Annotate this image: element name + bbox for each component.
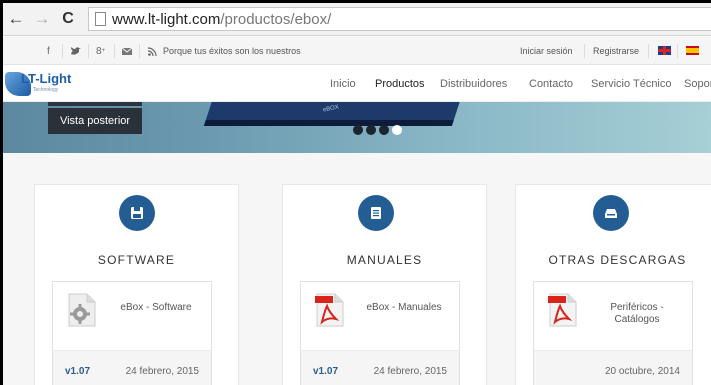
section-title: SOFTWARE <box>97 253 176 267</box>
download-tray-icon <box>593 195 629 231</box>
divider <box>88 44 89 58</box>
reload-icon[interactable]: C <box>58 9 78 29</box>
pdf-icon <box>547 292 579 328</box>
page-icon <box>95 12 106 26</box>
date-label: 24 febrero, 2015 <box>373 366 447 377</box>
nav-item-contacto[interactable]: Contacto <box>529 66 573 102</box>
download-footer: v1.07 24 febrero, 2015 <box>53 350 211 385</box>
url-host: www.lt-light.com <box>112 10 221 28</box>
window-edge-left <box>0 0 3 385</box>
version-label: v1.07 <box>65 366 91 377</box>
manuals-card: MANUALES eBox - Manuales v1.07 24 febrer… <box>282 184 487 385</box>
logo[interactable]: LT-Light Technology <box>5 70 95 98</box>
downloads-section: SOFTWARE eBox - Software v1.07 24 febrer… <box>3 153 711 385</box>
window-edge-top <box>0 0 711 3</box>
logo-subtitle: Technology <box>33 87 59 93</box>
date-label: 24 febrero, 2015 <box>125 366 199 377</box>
nav-item-productos[interactable]: Productos <box>375 66 425 102</box>
address-bar[interactable]: www.lt-light.com /productos/ebox/ <box>88 7 711 31</box>
nav-item-soporte[interactable]: Sopor <box>684 66 711 102</box>
divider <box>648 44 649 58</box>
pdf-icon <box>314 292 346 328</box>
google-plus-icon[interactable]: 8 + <box>96 37 105 65</box>
forward-arrow-icon[interactable]: → <box>32 9 52 29</box>
spain-flag-icon[interactable] <box>686 46 699 55</box>
url-path: /productos/ebox/ <box>220 10 332 28</box>
slider-dot[interactable] <box>353 125 363 135</box>
section-title: OTRAS DESCARGAS <box>548 253 687 267</box>
divider <box>584 44 585 58</box>
save-icon <box>119 195 155 231</box>
register-link[interactable]: Registrarse <box>593 37 639 65</box>
version-label: v1.07 <box>313 366 339 377</box>
uk-flag-icon[interactable] <box>658 46 671 55</box>
date-label: 20 octubre, 2014 <box>604 366 680 377</box>
slider-dot-active[interactable] <box>392 125 402 135</box>
divider <box>114 44 115 58</box>
download-name[interactable]: eBox - Manuales <box>359 302 449 314</box>
nav-item-distribuidores[interactable]: Distribuidores <box>440 66 507 102</box>
download-name[interactable]: Periféricos - Catálogos <box>592 302 682 326</box>
section-title: MANUALES <box>346 253 423 267</box>
rss-icon[interactable] <box>148 37 157 65</box>
logo-text: LT-Light <box>21 71 72 86</box>
slider-dot[interactable] <box>379 125 389 135</box>
nav-item-servicio-tecnico[interactable]: Servicio Técnico <box>591 66 672 102</box>
back-arrow-icon[interactable]: ← <box>6 9 26 29</box>
main-navigation: LT-Light Technology Inicio Productos Dis… <box>3 66 711 102</box>
product-slider: eBOX Vista posterior <box>3 102 711 153</box>
download-item[interactable]: eBox - Software v1.07 24 febrero, 2015 <box>52 281 212 385</box>
download-item[interactable]: eBox - Manuales v1.07 24 febrero, 2015 <box>300 281 460 385</box>
divider <box>62 44 63 58</box>
slider-dot[interactable] <box>366 125 376 135</box>
browser-toolbar: ← → C www.lt-light.com /productos/ebox/ <box>0 3 711 36</box>
email-icon[interactable] <box>122 37 132 65</box>
document-icon <box>358 195 394 231</box>
facebook-icon[interactable]: f <box>47 37 50 65</box>
gear-file-icon <box>66 292 98 328</box>
top-social-bar: f 8 + Porque tus éxitos son los nuestros … <box>3 37 711 65</box>
rear-view-button[interactable]: Vista posterior <box>48 108 142 134</box>
divider <box>677 44 678 58</box>
nav-item-inicio[interactable]: Inicio <box>330 66 356 102</box>
divider <box>139 44 140 58</box>
browser-window: ← → C www.lt-light.com /productos/ebox/ … <box>0 0 711 385</box>
download-footer: 20 octubre, 2014 <box>534 350 692 385</box>
other-downloads-card: OTRAS DESCARGAS Periféricos - Catálogos … <box>515 184 711 385</box>
tagline: Porque tus éxitos son los nuestros <box>163 46 301 56</box>
download-footer: v1.07 24 febrero, 2015 <box>301 350 459 385</box>
software-card: SOFTWARE eBox - Software v1.07 24 febrer… <box>34 184 239 385</box>
caption-strip <box>48 102 142 106</box>
twitter-icon[interactable] <box>71 37 81 65</box>
download-item[interactable]: Periféricos - Catálogos 20 octubre, 2014 <box>533 281 693 385</box>
login-link[interactable]: Iniciar sesión <box>520 37 573 65</box>
slider-dots <box>353 125 402 135</box>
download-name[interactable]: eBox - Software <box>111 302 201 314</box>
